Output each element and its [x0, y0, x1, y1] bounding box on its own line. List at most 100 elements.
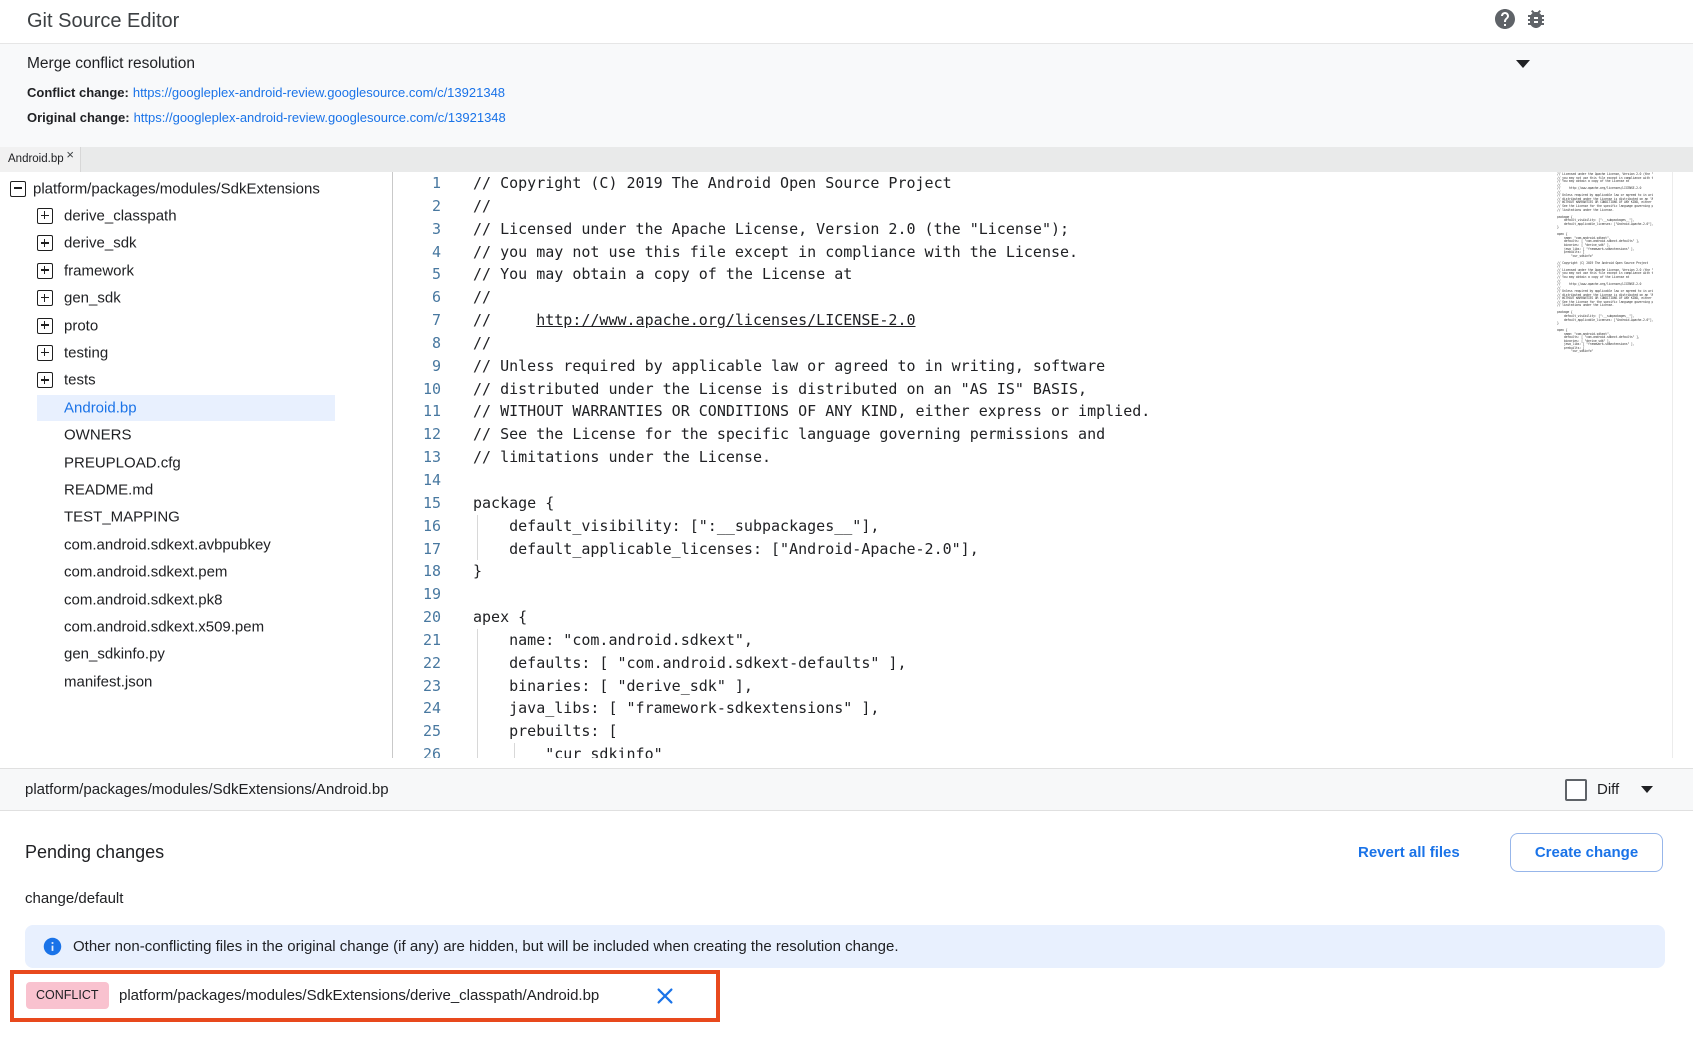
code-text: defaults: [ "com.android.sdkext-defaults…	[473, 654, 906, 672]
tree-item-gen-sdkinfo-py[interactable]: gen_sdkinfo.py	[0, 641, 392, 668]
code-line: 21 name: "com.android.sdkext",	[393, 629, 1556, 652]
help-icon[interactable]	[1493, 7, 1517, 31]
diff-checkbox[interactable]	[1565, 779, 1587, 801]
code-line: 15 package {	[393, 492, 1556, 515]
line-number: 23	[393, 675, 441, 698]
code-text: "cur_sdkinfo"	[473, 745, 663, 758]
code-text: default_visibility: [":__subpackages__"]…	[473, 517, 879, 535]
expand-icon[interactable]	[37, 290, 53, 306]
code-line: 6 //	[393, 286, 1556, 309]
conflict-badge: CONFLICT	[26, 982, 109, 1009]
tree-item-label: TEST_MAPPING	[64, 509, 180, 526]
code-line: 26 "cur_sdkinfo"	[393, 743, 1556, 758]
expand-icon[interactable]	[37, 372, 53, 388]
tree-item-com-android-sdkext-avbpubkey[interactable]: com.android.sdkext.avbpubkey	[0, 531, 392, 558]
tree-item-com-android-sdkext-pk8[interactable]: com.android.sdkext.pk8	[0, 586, 392, 613]
original-change-label: Original change:	[27, 110, 130, 125]
collapse-caret-icon[interactable]	[1516, 60, 1530, 68]
tree-item-label: derive_sdk	[64, 235, 137, 252]
code-line: 18}	[393, 560, 1556, 583]
tab-strip: Android.bp ×	[0, 147, 1693, 172]
code-line: 4// you may not use this file except in …	[393, 241, 1556, 264]
code-line: 17 default_applicable_licenses: ["Androi…	[393, 538, 1556, 561]
line-number: 2	[393, 195, 441, 218]
code-line: 9// Unless required by applicable law or…	[393, 355, 1556, 378]
tree-item-label: com.android.sdkext.pk8	[64, 591, 222, 608]
create-change-button[interactable]: Create change	[1510, 833, 1663, 872]
code-line: 10// distributed under the License is di…	[393, 378, 1556, 401]
code-text: // See the License for the specific lang…	[473, 425, 1105, 443]
expand-icon[interactable]	[37, 318, 53, 334]
info-banner: Other non-conflicting files in the origi…	[25, 925, 1665, 968]
tree-item-framework[interactable]: framework	[0, 257, 392, 284]
original-change-link[interactable]: https://googleplex-android-review.google…	[134, 110, 506, 125]
line-number: 22	[393, 652, 441, 675]
code-text: java_libs: [ "framework-sdkextensions" ]…	[473, 699, 879, 717]
line-number: 1	[393, 172, 441, 195]
diff-dropdown-caret-icon[interactable]	[1641, 786, 1653, 793]
code-text: //	[473, 288, 491, 306]
conflict-change-label: Conflict change:	[27, 85, 129, 100]
code-line: 8//	[393, 332, 1556, 355]
tree-item-gen-sdk[interactable]: gen_sdk	[0, 285, 392, 312]
collapse-icon[interactable]	[10, 181, 26, 197]
line-number: 15	[393, 492, 441, 515]
tree-item-android-bp[interactable]: Android.bp	[0, 394, 392, 421]
tree-item-derive-classpath[interactable]: derive_classpath	[0, 202, 392, 229]
line-number: 13	[393, 446, 441, 469]
tree-item-owners[interactable]: OWNERS	[0, 422, 392, 449]
code-editor[interactable]: 1 // Copyright (C) 2019 The Android Open …	[393, 172, 1556, 758]
page-title: Git Source Editor	[27, 0, 179, 43]
expand-icon[interactable]	[37, 263, 53, 279]
tab-close-icon[interactable]: ×	[66, 148, 74, 161]
line-number: 25	[393, 720, 441, 743]
expand-icon[interactable]	[37, 235, 53, 251]
pending-changes-title: Pending changes	[25, 842, 164, 863]
tab-android-bp[interactable]: Android.bp ×	[0, 147, 81, 172]
tree-item-label: OWNERS	[64, 427, 132, 444]
tree-item-com-android-sdkext-x509-pem[interactable]: com.android.sdkext.x509.pem	[0, 613, 392, 640]
code-line: 3// Licensed under the Apache License, V…	[393, 218, 1556, 241]
tree-item-readme-md[interactable]: README.md	[0, 476, 392, 503]
code-text: package {	[473, 494, 554, 512]
diff-label: Diff	[1597, 769, 1619, 810]
original-change-row: Original change: https://googleplex-andro…	[27, 110, 506, 125]
tree-item-proto[interactable]: proto	[0, 312, 392, 339]
scrollbar-track[interactable]	[1672, 172, 1673, 758]
code-line: 20apex {	[393, 606, 1556, 629]
tree-item-testing[interactable]: testing	[0, 339, 392, 366]
tree-item-label: README.md	[64, 481, 153, 498]
code-text: // you may not use this file except in c…	[473, 243, 1078, 261]
code-line: 16 default_visibility: [":__subpackages_…	[393, 515, 1556, 538]
tree-item-manifest-json[interactable]: manifest.json	[0, 668, 392, 695]
line-number: 6	[393, 286, 441, 309]
code-line: 12// See the License for the specific la…	[393, 423, 1556, 446]
tree-item-test-mapping[interactable]: TEST_MAPPING	[0, 504, 392, 531]
revert-all-files-button[interactable]: Revert all files	[1352, 840, 1466, 864]
code-line: 22 defaults: [ "com.android.sdkext-defau…	[393, 652, 1556, 675]
code-text: // Copyright (C) 2019 The Android Open S…	[473, 174, 952, 192]
conflict-file-row: CONFLICT platform/packages/modules/SdkEx…	[10, 970, 720, 1022]
file-tree: platform/packages/modules/SdkExtensionsd…	[0, 172, 392, 758]
expand-icon[interactable]	[37, 208, 53, 224]
merge-panel-title: Merge conflict resolution	[27, 55, 195, 73]
tree-item-label: Android.bp	[64, 399, 137, 416]
tree-item-derive-sdk[interactable]: derive_sdk	[0, 230, 392, 257]
line-number: 19	[393, 583, 441, 606]
tree-item-label: com.android.sdkext.pem	[64, 564, 227, 581]
line-number: 21	[393, 629, 441, 652]
minimap[interactable]: // Copyright (C) 2019 The Android Open S…	[1557, 172, 1653, 526]
tree-item-preupload-cfg[interactable]: PREUPLOAD.cfg	[0, 449, 392, 476]
remove-conflict-file-icon[interactable]	[654, 985, 676, 1007]
info-banner-text: Other non-conflicting files in the origi…	[73, 925, 899, 968]
code-line: 2//	[393, 195, 1556, 218]
tree-item-platform-packages-modules-sdkextensions[interactable]: platform/packages/modules/SdkExtensions	[0, 175, 392, 202]
tree-item-com-android-sdkext-pem[interactable]: com.android.sdkext.pem	[0, 558, 392, 585]
bug-icon[interactable]	[1524, 7, 1548, 31]
tree-item-tests[interactable]: tests	[0, 367, 392, 394]
conflict-change-link[interactable]: https://googleplex-android-review.google…	[133, 85, 505, 100]
expand-icon[interactable]	[37, 345, 53, 361]
line-number: 11	[393, 400, 441, 423]
code-text: // distributed under the License is dist…	[473, 380, 1087, 398]
code-line: 14	[393, 469, 1556, 492]
